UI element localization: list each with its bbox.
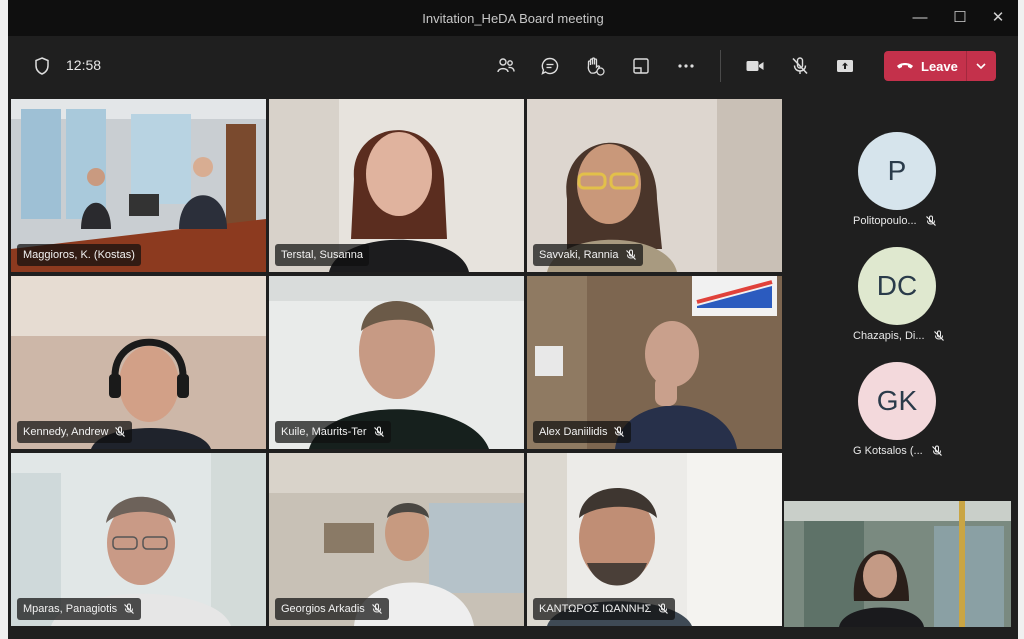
window-edge [1018,0,1024,639]
participant-name: Maggioros, K. (Kostas) [23,249,135,261]
side-participant-name-row: Politopoulo... [853,215,937,227]
participant-name: Terstal, Susanna [281,249,363,261]
participant-nameplate: ΚΑΝΤΩΡΟΣ ΙΩΑΝΝΗΣ [533,598,676,620]
participant-name: Georgios Arkadis [281,603,365,615]
meeting-toolbar: 12:58 Leave [8,36,1018,96]
participant-nameplate: Savvaki, Rannia [533,244,643,266]
side-participant-name: G Kotsalos (... [853,445,923,457]
participant-tile[interactable]: Savvaki, Rannia [527,99,782,272]
participant-name: Kuile, Maurits-Ter [281,426,367,438]
video-grid: Maggioros, K. (Kostas) Terstal, Susanna [11,99,782,629]
window-title: Invitation_HeDA Board meeting [422,11,604,26]
people-icon[interactable] [494,54,518,78]
side-participant-name-row: Chazapis, Di... [853,330,945,342]
side-participant[interactable]: P Politopoulo... [787,132,1018,242]
shield-icon[interactable] [30,54,54,78]
toolbar-divider [720,50,721,82]
participant-name: Kennedy, Andrew [23,426,109,438]
mic-muted-icon [625,249,636,260]
leave-button[interactable]: Leave [884,51,996,81]
participant-name: Mparas, Panagiotis [23,603,118,615]
side-participant[interactable]: GK G Kotsalos (... [787,362,1018,472]
avatar: DC [858,247,936,325]
mic-muted-icon [614,426,625,437]
camera-icon[interactable] [743,54,767,78]
mic-muted-icon [124,603,135,614]
share-icon[interactable] [833,54,857,78]
avatar: P [858,132,936,210]
mic-muted-icon[interactable] [788,54,812,78]
phone-hangup-icon [896,59,914,76]
chevron-down-icon[interactable] [972,57,990,75]
minimize-button[interactable]: — [906,6,934,30]
video-feed [784,501,1011,627]
participant-name: Savvaki, Rannia [539,249,619,261]
leave-label: Leave [921,59,958,74]
side-participant-name-row: G Kotsalos (... [853,445,943,457]
mic-muted-icon [371,603,382,614]
mic-muted-icon [933,330,944,341]
participant-tile[interactable]: Mparas, Panagiotis [11,453,266,626]
mic-muted-icon [115,426,126,437]
mic-muted-icon [373,426,384,437]
participant-name: ΚΑΝΤΩΡΟΣ ΙΩΑΝΝΗΣ [539,603,652,615]
rooms-icon[interactable] [629,54,653,78]
mic-muted-icon [925,215,936,226]
participant-tile[interactable]: Maggioros, K. (Kostas) [11,99,266,272]
participant-tile[interactable]: Kuile, Maurits-Ter [269,276,524,449]
maximize-button[interactable]: ☐ [946,6,974,30]
participant-nameplate: Kuile, Maurits-Ter [275,421,391,443]
window-edge [0,0,8,639]
side-participants-panel: P Politopoulo... DC Chazapis, Di... GK G… [787,99,1018,499]
chat-icon[interactable] [538,54,562,78]
side-participant-name: Politopoulo... [853,215,917,227]
participant-tile[interactable]: Alex Daniilidis [527,276,782,449]
close-button[interactable]: ✕ [984,6,1012,30]
teams-meeting-window: Invitation_HeDA Board meeting — ☐ ✕ 12:5… [0,0,1024,639]
participant-nameplate: Alex Daniilidis [533,421,632,443]
avatar: GK [858,362,936,440]
raise-hand-icon[interactable] [583,54,607,78]
more-icon[interactable] [674,54,698,78]
participant-tile[interactable]: Georgios Arkadis [269,453,524,626]
participant-nameplate: Maggioros, K. (Kostas) [17,244,141,266]
participant-nameplate: Georgios Arkadis [275,598,389,620]
participant-nameplate: Kennedy, Andrew [17,421,133,443]
meeting-timer: 12:58 [66,57,102,73]
side-participant-name: Chazapis, Di... [853,330,925,342]
participant-name: Alex Daniilidis [539,426,608,438]
title-bar: Invitation_HeDA Board meeting — ☐ ✕ [8,0,1018,36]
leave-separator [966,51,967,81]
participant-tile[interactable]: ΚΑΝΤΩΡΟΣ ΙΩΑΝΝΗΣ [527,453,782,626]
mic-muted-icon [931,445,942,456]
participant-nameplate: Mparas, Panagiotis [17,598,142,620]
participant-tile[interactable]: Terstal, Susanna [269,99,524,272]
self-view-video[interactable] [784,501,1011,627]
side-participant[interactable]: DC Chazapis, Di... [787,247,1018,357]
participant-nameplate: Terstal, Susanna [275,244,369,266]
mic-muted-icon [658,603,669,614]
participant-tile[interactable]: Kennedy, Andrew [11,276,266,449]
